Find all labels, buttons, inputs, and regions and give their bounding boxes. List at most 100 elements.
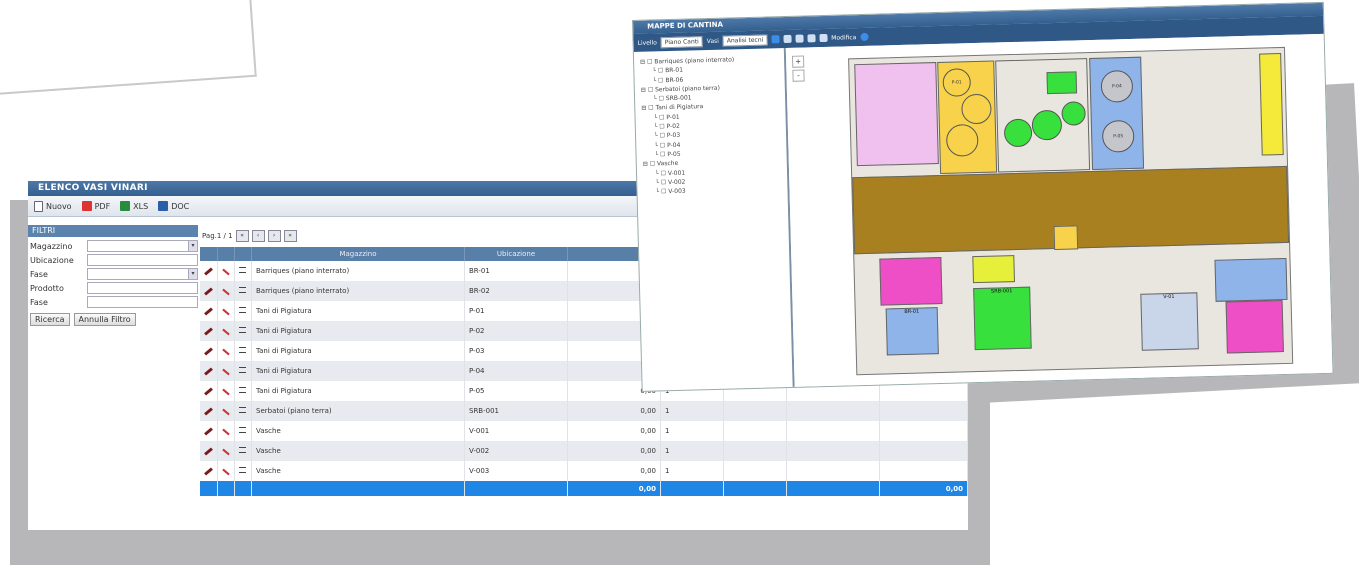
- magic-wand-icon[interactable]: [222, 308, 230, 316]
- new-button[interactable]: Nuovo: [34, 200, 72, 212]
- settings-icon[interactable]: [819, 33, 828, 43]
- action-cell[interactable]: [217, 421, 235, 441]
- livello-select[interactable]: Piano Canti: [660, 35, 703, 48]
- action-cell[interactable]: [217, 281, 235, 301]
- edit-pencil-icon[interactable]: [204, 467, 213, 476]
- room-blue[interactable]: P-04 P-05: [1089, 56, 1145, 171]
- tank-green-2[interactable]: [1031, 109, 1063, 141]
- edit-pencil-icon[interactable]: [204, 427, 213, 436]
- grid-view-icon[interactable]: [771, 35, 780, 44]
- magic-wand-icon[interactable]: [222, 468, 230, 476]
- refresh-icon[interactable]: [807, 34, 816, 43]
- cancel-filter-button[interactable]: Annulla Filtro: [73, 313, 136, 326]
- details-icon[interactable]: [239, 407, 246, 413]
- prodotto-input[interactable]: [87, 282, 198, 294]
- room-yellow-right[interactable]: [1259, 53, 1284, 156]
- edit-cell[interactable]: [200, 301, 218, 321]
- edit-pencil-icon[interactable]: [204, 407, 213, 416]
- zoom-out-icon[interactable]: [795, 34, 804, 43]
- detail-cell[interactable]: [234, 261, 252, 281]
- room-srb[interactable]: SRB-001: [973, 286, 1032, 351]
- search-button[interactable]: Ricerca: [30, 313, 70, 326]
- edit-pencil-icon[interactable]: [204, 347, 213, 356]
- details-icon[interactable]: [239, 367, 246, 373]
- tank-green-3[interactable]: [1061, 101, 1086, 126]
- expand-icon[interactable]: ⊟ ☐: [641, 86, 655, 93]
- magic-wand-icon[interactable]: [222, 408, 230, 416]
- edit-cell[interactable]: [200, 361, 218, 381]
- detail-cell[interactable]: [234, 461, 252, 481]
- edit-pencil-icon[interactable]: [204, 387, 213, 396]
- details-icon[interactable]: [239, 427, 246, 433]
- action-cell[interactable]: [217, 321, 235, 341]
- edit-cell[interactable]: [200, 381, 218, 401]
- detail-cell[interactable]: [234, 441, 252, 461]
- first-page-button[interactable]: «: [235, 230, 249, 242]
- magic-wand-icon[interactable]: [222, 288, 230, 296]
- magic-wand-icon[interactable]: [222, 328, 230, 336]
- edit-pencil-icon[interactable]: [204, 287, 213, 296]
- tank-p04[interactable]: P-04: [1100, 69, 1134, 103]
- vasi-select[interactable]: Analisi tecni: [722, 33, 768, 47]
- detail-cell[interactable]: [234, 381, 252, 401]
- edit-pencil-icon[interactable]: [204, 307, 213, 316]
- edit-cell[interactable]: [200, 461, 218, 481]
- action-cell[interactable]: [217, 301, 235, 321]
- edit-cell[interactable]: [200, 261, 218, 281]
- room-magenta-right[interactable]: [1225, 300, 1284, 354]
- stair-marker[interactable]: [1053, 225, 1079, 251]
- zoom-in-icon[interactable]: [783, 34, 792, 44]
- room-pink[interactable]: [854, 62, 939, 167]
- magic-wand-icon[interactable]: [222, 448, 230, 456]
- room-v01[interactable]: V-01: [1140, 292, 1199, 351]
- edit-pencil-icon[interactable]: [204, 267, 213, 276]
- room-lime[interactable]: [972, 255, 1015, 284]
- edit-cell[interactable]: [200, 321, 218, 341]
- room-magenta-left[interactable]: [879, 256, 943, 306]
- edit-cell[interactable]: [200, 421, 218, 441]
- table-row[interactable]: Serbatoi (piano terra) SRB-001 0,00 1: [200, 401, 968, 421]
- action-cell[interactable]: [217, 361, 235, 381]
- expand-icon[interactable]: ⊟ ☐: [641, 105, 655, 112]
- tank-p03[interactable]: [945, 123, 979, 157]
- magazzino-select[interactable]: ▾: [87, 240, 198, 252]
- expand-icon[interactable]: ⊟ ☐: [643, 161, 657, 168]
- export-xls-button[interactable]: XLS: [120, 201, 148, 211]
- header-magazzino[interactable]: Magazzino: [251, 247, 465, 261]
- tank-green-square[interactable]: [1046, 71, 1078, 95]
- tank-p01[interactable]: P-01: [942, 68, 972, 97]
- action-cell[interactable]: [217, 441, 235, 461]
- details-icon[interactable]: [239, 307, 246, 313]
- action-cell[interactable]: [217, 261, 235, 281]
- edit-pencil-icon[interactable]: [204, 327, 213, 336]
- edit-cell[interactable]: [200, 441, 218, 461]
- ubicazione-input[interactable]: [87, 254, 198, 266]
- zoom-in-button[interactable]: +: [791, 55, 805, 68]
- edit-pencil-icon[interactable]: [204, 447, 213, 456]
- action-cell[interactable]: [217, 401, 235, 421]
- detail-cell[interactable]: [234, 321, 252, 341]
- action-cell[interactable]: [217, 341, 235, 361]
- details-icon[interactable]: [239, 327, 246, 333]
- last-page-button[interactable]: »: [283, 230, 297, 242]
- modifica-button[interactable]: Modifica: [831, 34, 856, 42]
- magic-wand-icon[interactable]: [222, 348, 230, 356]
- detail-cell[interactable]: [234, 421, 252, 441]
- header-ubicazione[interactable]: Ubicazione: [464, 247, 568, 261]
- tank-green-1[interactable]: [1003, 118, 1033, 148]
- next-page-button[interactable]: ›: [267, 230, 281, 242]
- action-cell[interactable]: [217, 461, 235, 481]
- detail-cell[interactable]: [234, 301, 252, 321]
- detail-cell[interactable]: [234, 361, 252, 381]
- filter-header[interactable]: FILTRI: [28, 225, 198, 237]
- room-yellow[interactable]: P-01: [937, 60, 998, 174]
- table-row[interactable]: Vasche V-003 0,00 1: [200, 461, 968, 481]
- details-icon[interactable]: [239, 387, 246, 393]
- room-br01[interactable]: BR-01: [885, 307, 939, 356]
- details-icon[interactable]: [239, 467, 246, 473]
- edit-cell[interactable]: [200, 401, 218, 421]
- tank-p02[interactable]: [961, 93, 992, 125]
- details-icon[interactable]: [239, 347, 246, 353]
- export-doc-button[interactable]: DOC: [158, 201, 189, 211]
- details-icon[interactable]: [239, 267, 246, 273]
